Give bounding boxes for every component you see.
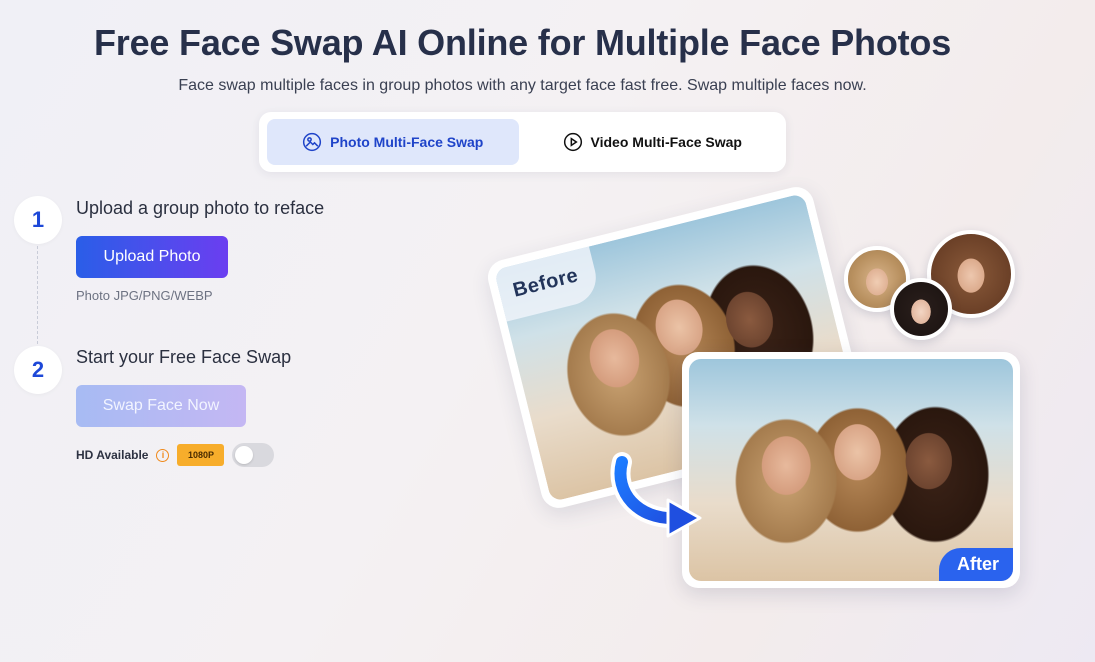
tab-photo-multi-face-swap[interactable]: Photo Multi-Face Swap (267, 119, 519, 165)
after-tag: After (938, 548, 1013, 581)
before-after-illustration: Before After (470, 183, 1040, 600)
hd-toggle[interactable] (232, 443, 275, 467)
after-photo-card: After (682, 352, 1020, 588)
page: Free Face Swap AI Online for Multiple Fa… (0, 0, 1095, 662)
step-label: Upload a group photo to reface (76, 198, 325, 218)
step-connector (37, 246, 38, 344)
tab-video-multi-face-swap[interactable]: Video Multi-Face Swap (527, 119, 779, 165)
page-title: Free Face Swap AI Online for Multiple Fa… (93, 22, 952, 63)
tab-label: Photo Multi-Face Swap (330, 134, 484, 150)
after-photo: After (689, 359, 1013, 581)
swap-face-now-button[interactable]: Swap Face Now (76, 385, 246, 427)
page-subtitle: Face swap multiple faces in group photos… (178, 77, 867, 94)
step-number: 1 (14, 196, 62, 244)
image-icon (303, 132, 322, 152)
hd-label: HD Available (76, 448, 149, 462)
upload-photo-button[interactable]: Upload Photo (76, 236, 228, 278)
info-icon[interactable]: i (156, 448, 170, 462)
target-face-avatar (890, 278, 952, 340)
curved-arrow-icon (610, 452, 702, 538)
step-number: 2 (14, 346, 62, 394)
steps-panel: 1 Upload a group photo to reface Upload … (14, 196, 414, 496)
step-label: Start your Free Face Swap (76, 347, 292, 367)
mode-tabs: Photo Multi-Face Swap Video Multi-Face S… (259, 112, 786, 172)
play-circle-icon (563, 132, 582, 152)
resolution-badge: 1080P (177, 444, 225, 466)
supported-formats: Photo JPG/PNG/WEBP (76, 288, 213, 303)
tab-label: Video Multi-Face Swap (590, 134, 742, 150)
before-tag: Before (493, 246, 603, 322)
hd-option: HD Available i 1080P (76, 443, 275, 467)
